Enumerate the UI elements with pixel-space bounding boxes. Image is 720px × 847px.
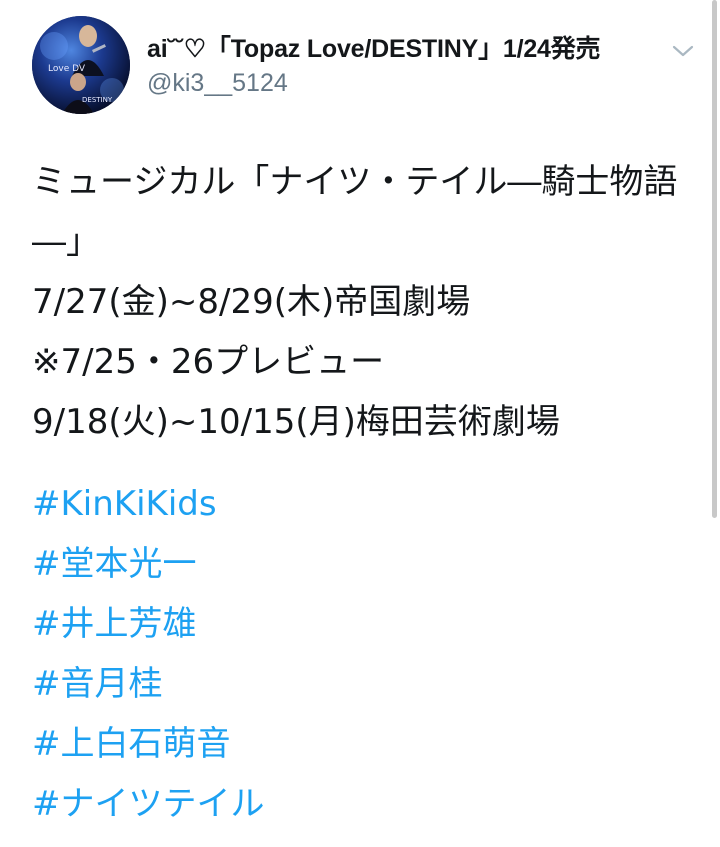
avatar[interactable]: Love DV DESTINY xyxy=(32,16,130,114)
hashtag-link[interactable]: #ナイツテイル xyxy=(32,774,692,834)
schedule-line: 9/18(火)~10/15(月)梅田芸術劇場 xyxy=(32,402,560,442)
user-handle[interactable]: @ki3__5124 xyxy=(147,66,667,100)
avatar-text-top: Love DV xyxy=(48,64,86,74)
hashtag-link[interactable]: #KinKiKids xyxy=(32,474,692,534)
hashtag-link[interactable]: #堂本光一 xyxy=(32,534,692,594)
tweet-header: Love DV DESTINY ai˘˘♡「Topaz Love/DESTINY… xyxy=(32,16,702,116)
scrollbar[interactable] xyxy=(712,0,717,518)
tweet: Love DV DESTINY ai˘˘♡「Topaz Love/DESTINY… xyxy=(0,0,720,847)
avatar-image: Love DV DESTINY xyxy=(32,16,130,114)
chevron-down-icon[interactable] xyxy=(670,41,696,61)
display-name[interactable]: ai˘˘♡「Topaz Love/DESTINY」1/24発売 xyxy=(147,34,667,64)
hashtag-list: #KinKiKids #堂本光一 #井上芳雄 #音月桂 #上白石萌音 #ナイツテ… xyxy=(32,474,692,834)
tweet-text: ミュージカル「ナイツ・テイル―騎士物語 ―」 7/27(金)~8/29(木)帝国… xyxy=(32,152,692,834)
author-names: ai˘˘♡「Topaz Love/DESTINY」1/24発売 @ki3__51… xyxy=(147,34,667,100)
avatar-text-bottom: DESTINY xyxy=(82,96,113,104)
schedule-line: ※7/25・26プレビュー xyxy=(32,342,385,382)
schedule: 7/27(金)~8/29(木)帝国劇場 ※7/25・26プレビュー 9/18(火… xyxy=(32,272,692,452)
hashtag-link[interactable]: #上白石萌音 xyxy=(32,714,692,774)
tweet-title: ミュージカル「ナイツ・テイル―騎士物語 ―」 xyxy=(32,152,692,272)
hashtag-link[interactable]: #井上芳雄 xyxy=(32,594,692,654)
hashtag-link[interactable]: #音月桂 xyxy=(32,654,692,714)
schedule-line: 7/27(金)~8/29(木)帝国劇場 xyxy=(32,282,471,322)
text-line: ミュージカル「ナイツ・テイル―騎士物語 xyxy=(32,162,678,202)
text-line: ―」 xyxy=(32,222,100,262)
